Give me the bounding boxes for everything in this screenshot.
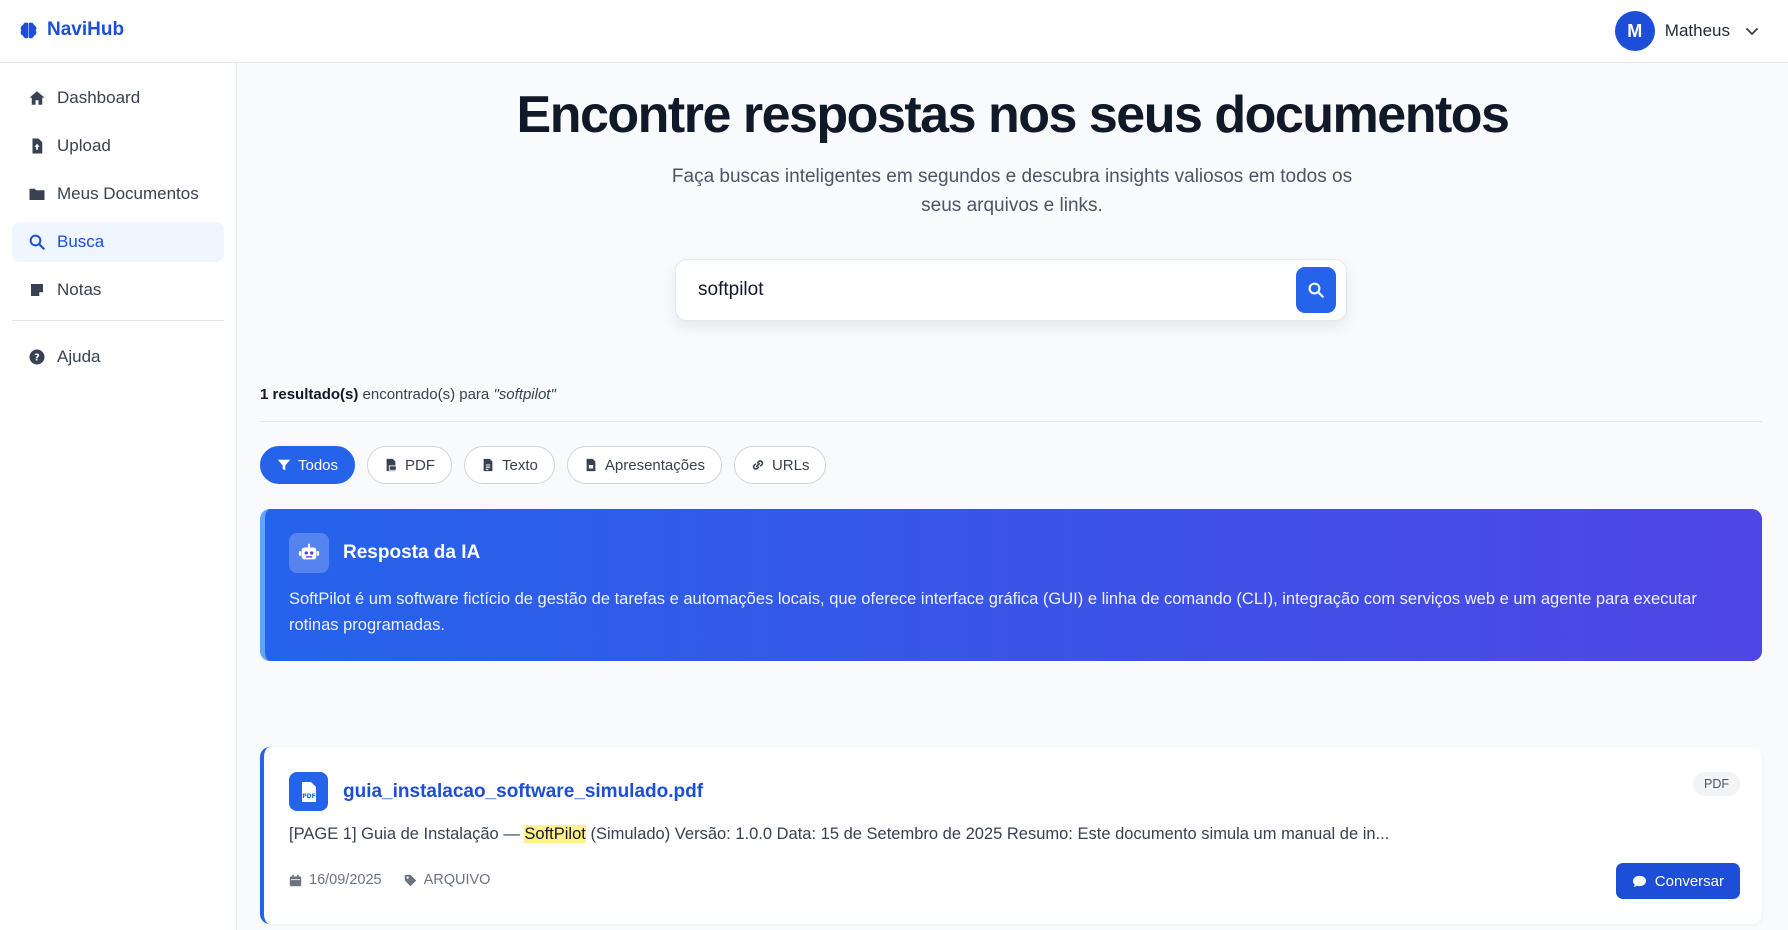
- user-name: Matheus: [1664, 21, 1730, 40]
- avatar: M: [1614, 11, 1655, 51]
- results-count-text: encontrado(s) para: [358, 386, 494, 403]
- results-query: "softpilot": [493, 386, 556, 403]
- sidebar-item-label: Upload: [57, 136, 111, 155]
- sidebar-item-dashboard[interactable]: Dashboard: [12, 78, 224, 118]
- result-card: PDF guia_instalacao_software_simulado.pd…: [260, 747, 1762, 924]
- calendar-icon: [289, 874, 302, 886]
- filter-icon: [277, 459, 291, 471]
- filter-label: Texto: [502, 456, 538, 474]
- home-icon: [29, 91, 45, 105]
- result-tag-text: ARQUIVO: [423, 872, 491, 888]
- snippet-highlight: SoftPilot: [524, 825, 586, 843]
- brand-name: NaviHub: [47, 19, 125, 40]
- snippet-before: [PAGE 1] Guia de Instalação —: [289, 825, 525, 843]
- brain-icon: [20, 22, 37, 38]
- result-date: 16/09/2025: [289, 872, 382, 888]
- ai-icon-box: [289, 533, 329, 573]
- chat-button[interactable]: Conversar: [1615, 863, 1740, 899]
- chevron-down-icon: [1746, 28, 1758, 35]
- ai-answer-title: Resposta da IA: [343, 542, 481, 563]
- search-icon: [1308, 282, 1324, 298]
- snippet-after: (Simulado) Versão: 1.0.0 Data: 15 de Set…: [585, 825, 1390, 843]
- doc-icon-box: PDF: [289, 772, 328, 811]
- sidebar-item-label: Ajuda: [57, 347, 101, 366]
- sidebar-item-meus-documentos[interactable]: Meus Documentos: [12, 174, 224, 214]
- sidebar-item-busca[interactable]: Busca: [12, 222, 224, 262]
- tag-icon: [404, 874, 416, 886]
- main-content: Encontre respostas nos seus documentos F…: [237, 63, 1788, 930]
- results-divider: [260, 421, 1762, 422]
- result-tag: ARQUIVO: [404, 872, 491, 888]
- sidebar-item-label: Notas: [57, 280, 102, 299]
- svg-text:PDF: PDF: [302, 793, 315, 800]
- result-meta: 16/09/2025 ARQUIVO: [289, 872, 490, 888]
- filter-label: URLs: [771, 456, 810, 474]
- file-type-badge: PDF: [1693, 772, 1740, 796]
- svg-text:?: ?: [34, 352, 40, 363]
- search-icon: [29, 234, 45, 250]
- presentation-icon: [586, 458, 596, 472]
- results-count: 1 resultado(s) encontrado(s) para "softp…: [260, 386, 556, 403]
- filter-label: PDF: [405, 456, 436, 474]
- filter-apresentacoes[interactable]: Apresentações: [566, 446, 722, 484]
- pdf-file-icon: PDF: [301, 781, 316, 802]
- text-file-icon: [483, 458, 493, 472]
- sidebar-item-label: Meus Documentos: [57, 184, 199, 203]
- sidebar-item-notas[interactable]: Notas: [12, 270, 224, 310]
- filter-urls[interactable]: URLs: [733, 446, 827, 484]
- filter-label: Todos: [298, 456, 339, 474]
- result-snippet: [PAGE 1] Guia de Instalação — SoftPilot …: [289, 825, 1729, 844]
- brand-logo[interactable]: NaviHub: [18, 19, 124, 41]
- sidebar: Dashboard Upload Meus Documentos Busca N…: [0, 63, 237, 930]
- sidebar-item-label: Dashboard: [57, 88, 141, 107]
- ai-answer-text: SoftPilot é um software fictício de gest…: [289, 590, 1697, 634]
- page-subtitle: Faça buscas inteligentes em segundos e d…: [671, 166, 1353, 216]
- result-title-link[interactable]: guia_instalacao_software_simulado.pdf: [343, 781, 703, 803]
- sidebar-item-label: Busca: [57, 232, 105, 251]
- filter-todos[interactable]: Todos: [260, 446, 356, 484]
- file-upload-icon: [32, 138, 43, 154]
- chat-bubble-icon: [1632, 875, 1646, 887]
- note-icon: [31, 284, 43, 296]
- filter-label: Apresentações: [604, 456, 705, 474]
- robot-icon: [298, 543, 320, 560]
- chat-button-label: Conversar: [1654, 872, 1724, 890]
- search-input[interactable]: [698, 274, 1258, 306]
- filter-texto[interactable]: Texto: [464, 446, 555, 484]
- result-date-text: 16/09/2025: [309, 872, 382, 888]
- filter-chips: Todos PDF Texto Apresentações URLs: [260, 446, 827, 484]
- sidebar-item-ajuda[interactable]: ? Ajuda: [12, 337, 224, 377]
- search-box: [675, 259, 1347, 321]
- help-icon: ?: [29, 349, 45, 365]
- user-menu[interactable]: M Matheus: [1614, 11, 1760, 51]
- results-count-number: 1 resultado(s): [260, 386, 359, 403]
- link-icon: [752, 460, 764, 470]
- filter-pdf[interactable]: PDF: [367, 446, 453, 484]
- sidebar-divider: [12, 320, 224, 321]
- page-title: Encontre respostas nos seus documentos: [516, 86, 1510, 144]
- folder-icon: [29, 188, 45, 200]
- ai-answer-card: Resposta da IA SoftPilot é um software f…: [260, 509, 1762, 661]
- pdf-icon: [386, 458, 397, 472]
- sidebar-item-upload[interactable]: Upload: [12, 126, 224, 166]
- search-button[interactable]: [1296, 267, 1336, 313]
- top-bar: NaviHub M Matheus: [0, 0, 1788, 63]
